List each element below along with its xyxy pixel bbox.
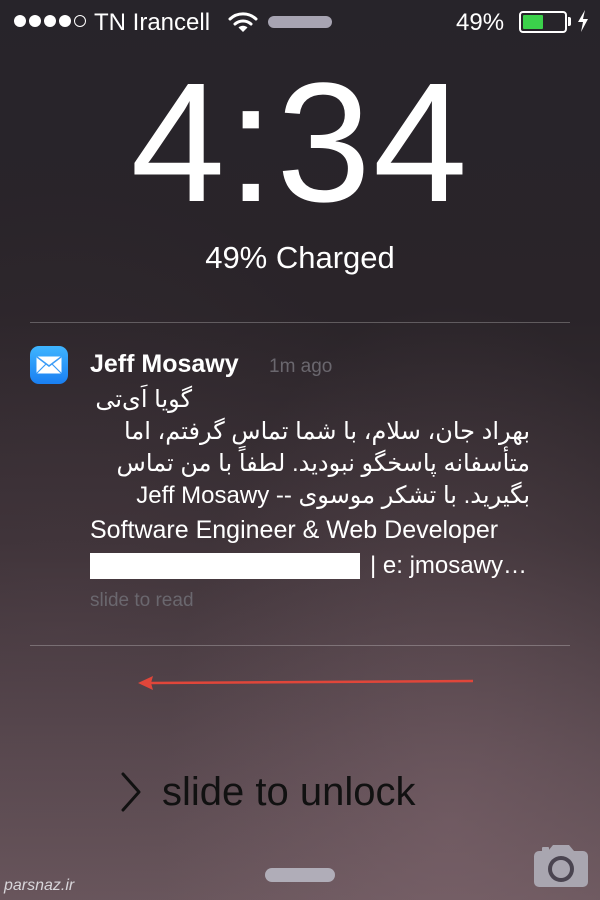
notification-sender: Jeff Mosawy: [90, 350, 239, 378]
mail-icon: [30, 346, 68, 384]
battery-percentage: 49%: [456, 9, 505, 36]
battery-level-fill: [523, 15, 543, 29]
mail-notification[interactable]: Jeff Mosawy 1m ago گویا اَی‌تی بهراد جان…: [0, 330, 600, 630]
grabber-handle[interactable]: [265, 868, 335, 882]
signal-dot: [59, 15, 71, 27]
notification-body-line: بهراد جان، سلام، با شما تماس گرفتم، اما: [124, 418, 530, 445]
charge-status: 49% Charged: [205, 240, 395, 275]
chevron-right-icon: [121, 772, 141, 812]
status-bar: TN Irancell 49%: [0, 0, 600, 44]
notification-body-line: | e: jmosawy…: [90, 550, 527, 582]
carrier-name: TN Irancell: [94, 9, 211, 36]
slide-to-unlock[interactable]: slide to unlock: [162, 770, 415, 815]
separator: [30, 322, 570, 323]
notification-body-line: متأسفانه پاسخگو نبودید. لطفاً با من تماس: [116, 450, 530, 477]
slide-to-read-hint: slide to read: [90, 590, 194, 611]
signal-dot: [14, 15, 26, 27]
signal-strength-indicator: [14, 15, 86, 27]
notification-time: 1m ago: [269, 356, 333, 377]
status-activity-pill: [268, 16, 332, 28]
watermark: parsnaz.ir: [4, 877, 75, 894]
notification-body-line: Software Engineer & Web Developer: [90, 516, 499, 544]
arrow-left-icon: [138, 676, 474, 690]
redacted-region: [90, 553, 360, 579]
signal-dot: [44, 15, 56, 27]
signal-dot-empty: [74, 15, 86, 27]
separator: [30, 645, 570, 646]
wifi-icon: [228, 12, 258, 32]
battery-icon: [519, 11, 567, 33]
notification-subject: گویا اَی‌تی: [95, 386, 192, 413]
battery-tip: [568, 17, 571, 26]
lock-screen-clock: 4:34: [130, 48, 470, 238]
bolt-icon: [578, 10, 588, 32]
signal-dot: [29, 15, 41, 27]
camera-icon[interactable]: [534, 845, 588, 887]
notification-email: | e: jmosawy…: [370, 552, 527, 579]
notification-body-line: بگیرید. با تشکر موسوی -- Jeff Mosawy: [136, 482, 530, 509]
lock-screen: TN Irancell 49% 4:34 49% Charged Jeff Mo…: [0, 0, 600, 900]
